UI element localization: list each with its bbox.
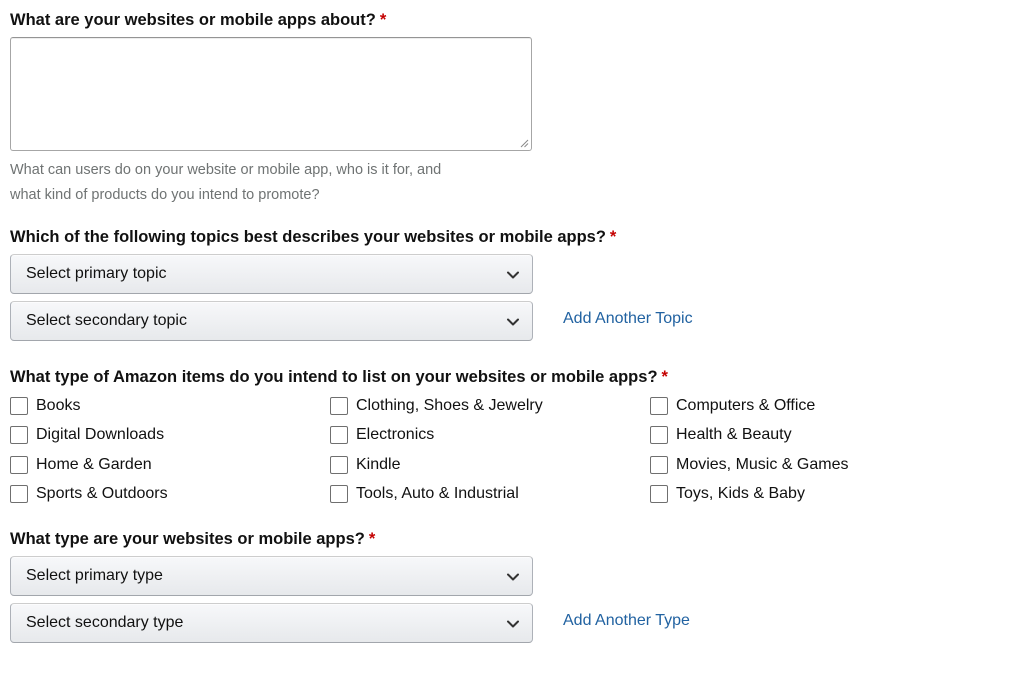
item-checkbox-option[interactable]: Tools, Auto & Industrial	[330, 482, 519, 506]
primary-type-value: Select primary type	[26, 567, 163, 584]
required-marker: *	[379, 11, 387, 29]
checkbox-label: Toys, Kids & Baby	[676, 485, 805, 502]
secondary-topic-select[interactable]: Select secondary topic	[10, 301, 533, 341]
about-question-label: What are your websites or mobile apps ab…	[10, 11, 386, 30]
checkbox-label: Digital Downloads	[36, 426, 165, 443]
required-marker: *	[661, 368, 668, 386]
checkbox[interactable]	[330, 397, 348, 415]
item-checkbox-option[interactable]: Movies, Music & Games	[650, 453, 848, 477]
checkbox[interactable]	[330, 456, 348, 474]
chevron-down-icon	[507, 573, 519, 581]
checkbox-label: Health & Beauty	[676, 426, 792, 443]
topics-question-text: Which of the following topics best descr…	[10, 228, 606, 246]
about-textarea[interactable]	[10, 37, 532, 151]
add-another-type-link[interactable]: Add Another Type	[563, 612, 690, 630]
checkbox-label: Kindle	[356, 456, 401, 473]
types-question-text: What type are your websites or mobile ap…	[10, 530, 365, 548]
checkbox-label: Clothing, Shoes & Jewelry	[356, 397, 543, 414]
checkbox-label: Electronics	[356, 426, 435, 443]
item-checkbox-option[interactable]: Home & Garden	[10, 453, 152, 477]
items-question-text: What type of Amazon items do you intend …	[10, 368, 658, 386]
form-page: What are your websites or mobile apps ab…	[0, 0, 1024, 682]
item-checkbox-option[interactable]: Health & Beauty	[650, 423, 792, 447]
checkbox[interactable]	[650, 397, 668, 415]
checkbox-label: Computers & Office	[676, 397, 816, 414]
item-checkbox-option[interactable]: Toys, Kids & Baby	[650, 482, 805, 506]
item-checkbox-option[interactable]: Books	[10, 394, 80, 418]
required-marker: *	[609, 228, 617, 246]
checkbox[interactable]	[650, 485, 668, 503]
checkbox[interactable]	[10, 426, 28, 444]
checkbox-label: Books	[36, 397, 81, 414]
item-checkbox-option[interactable]: Computers & Office	[650, 394, 815, 418]
checkbox-label: Home & Garden	[36, 456, 152, 473]
secondary-type-value: Select secondary type	[26, 614, 184, 631]
primary-topic-select[interactable]: Select primary topic	[10, 254, 533, 294]
checkbox[interactable]	[330, 426, 348, 444]
checkbox[interactable]	[10, 397, 28, 415]
item-checkbox-option[interactable]: Kindle	[330, 453, 400, 477]
checkbox[interactable]	[330, 485, 348, 503]
item-checkbox-option[interactable]: Digital Downloads	[10, 423, 164, 447]
primary-topic-value: Select primary topic	[26, 265, 167, 282]
checkbox[interactable]	[10, 485, 28, 503]
checkbox-label: Movies, Music & Games	[676, 456, 849, 473]
chevron-down-icon	[507, 620, 519, 628]
checkbox[interactable]	[10, 456, 28, 474]
topics-question-label: Which of the following topics best descr…	[10, 228, 616, 247]
checkbox[interactable]	[650, 426, 668, 444]
primary-type-select[interactable]: Select primary type	[10, 556, 533, 596]
required-marker: *	[368, 530, 376, 548]
item-checkbox-option[interactable]: Sports & Outdoors	[10, 482, 168, 506]
types-question-label: What type are your websites or mobile ap…	[10, 530, 375, 549]
chevron-down-icon	[507, 271, 519, 279]
item-checkbox-option[interactable]: Clothing, Shoes & Jewelry	[330, 394, 543, 418]
items-question-label: What type of Amazon items do you intend …	[10, 368, 668, 387]
checkbox-label: Tools, Auto & Industrial	[356, 485, 519, 502]
checkbox-label: Sports & Outdoors	[36, 485, 168, 502]
about-hint-line1: What can users do on your website or mob…	[10, 162, 442, 178]
secondary-type-select[interactable]: Select secondary type	[10, 603, 533, 643]
about-question-text: What are your websites or mobile apps ab…	[10, 11, 376, 29]
secondary-topic-value: Select secondary topic	[26, 312, 187, 329]
item-checkbox-option[interactable]: Electronics	[330, 423, 434, 447]
checkbox[interactable]	[650, 456, 668, 474]
about-hint-line2: what kind of products do you intend to p…	[10, 187, 320, 203]
add-another-topic-link[interactable]: Add Another Topic	[563, 310, 693, 328]
chevron-down-icon	[507, 318, 519, 326]
about-hint: What can users do on your website or mob…	[10, 158, 530, 208]
resize-grip-icon[interactable]	[519, 138, 529, 148]
